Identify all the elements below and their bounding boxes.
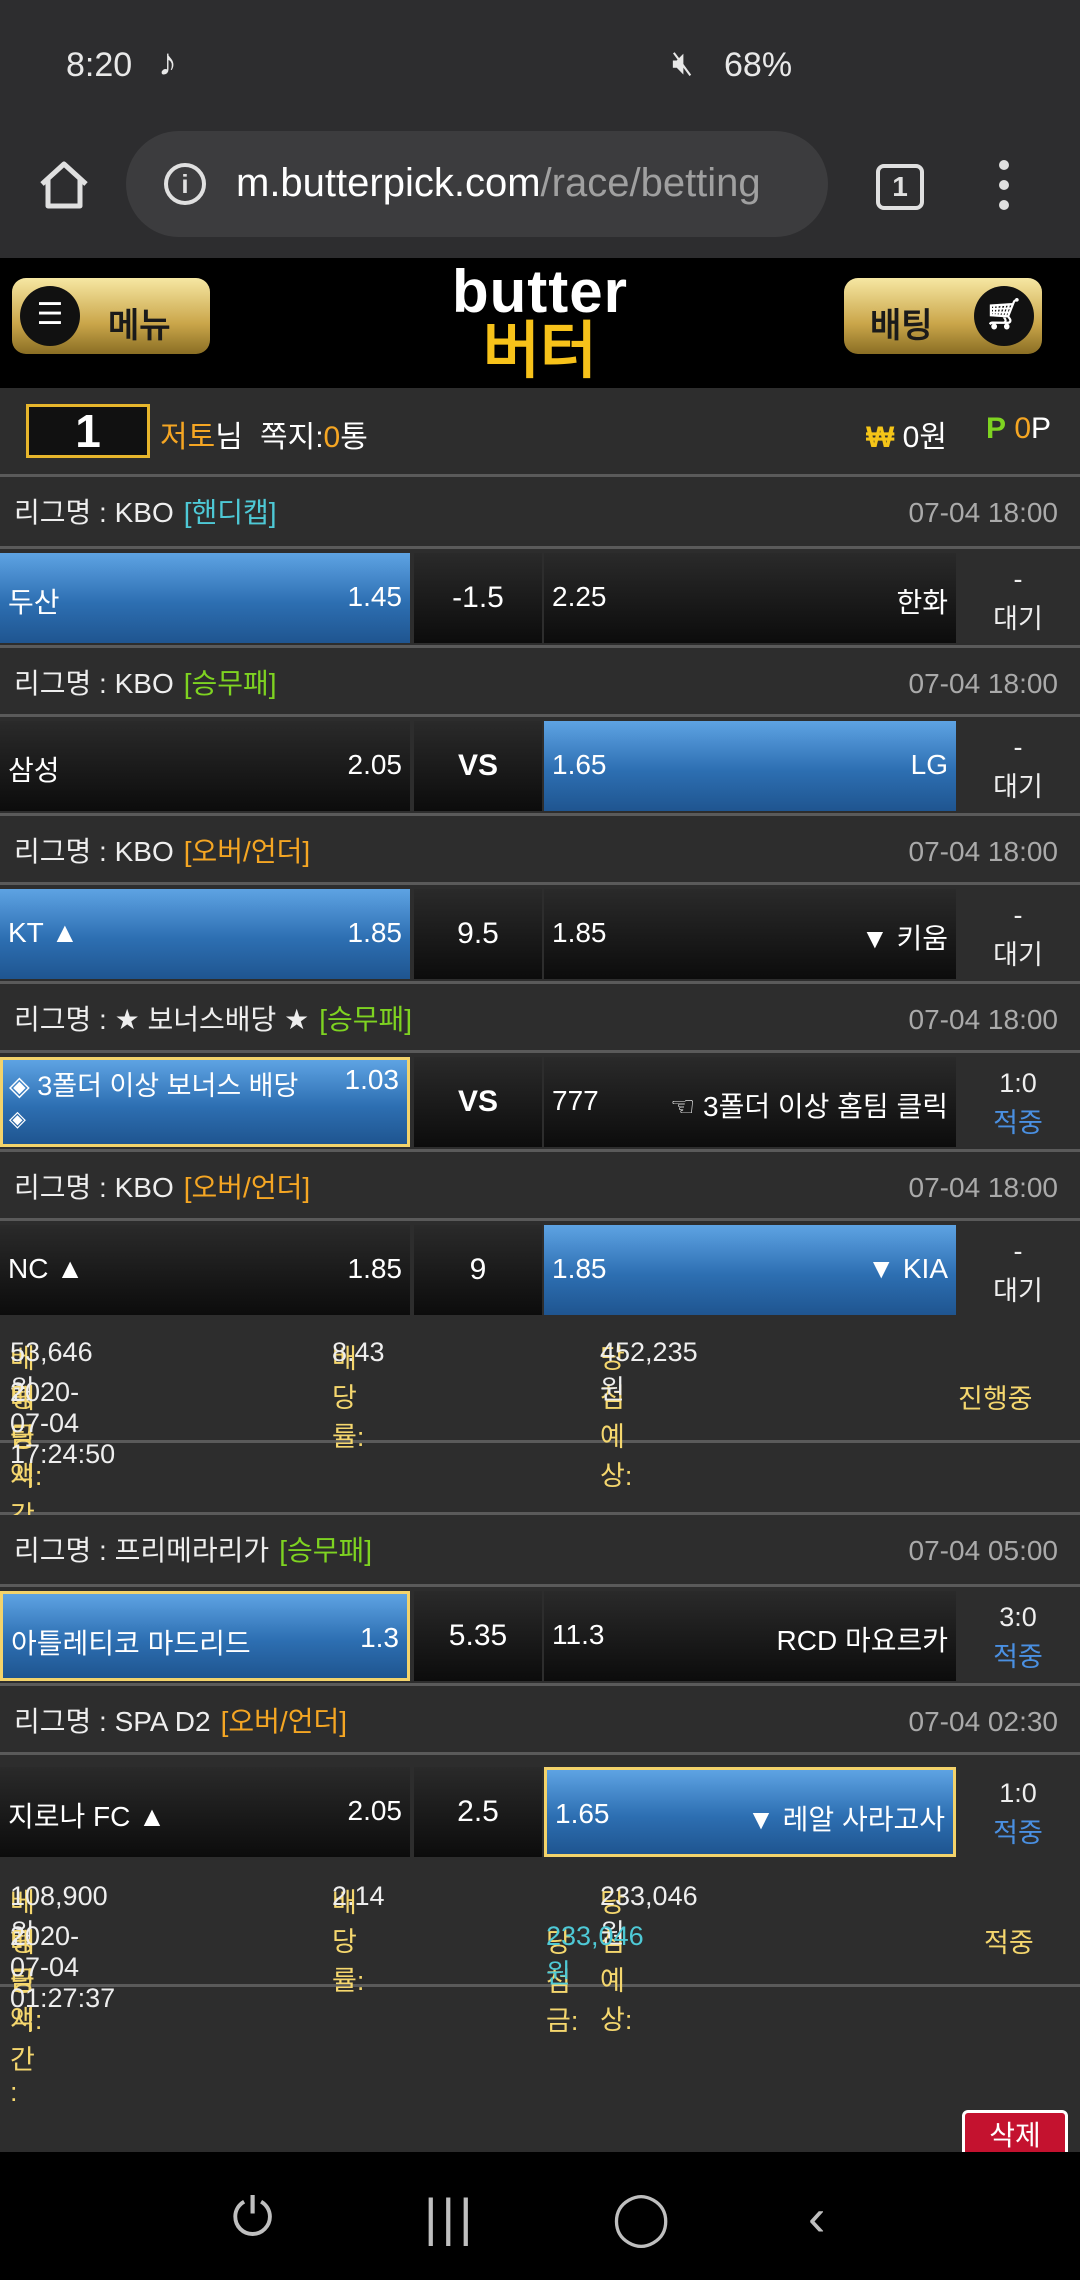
logo-text-en: butter — [452, 258, 628, 325]
bet-status: 적중 — [984, 1928, 1034, 1958]
away-pick[interactable]: 1.85 ▼ KIA — [544, 1225, 956, 1315]
bet-summary: 베팅금액: 108,900원 배당률: 2.14 당첨예상: 233,046원 … — [0, 1861, 1080, 2107]
bonus-pick[interactable]: ◈ 3폴더 이상 보너스 배당 1.03 ◈ — [0, 1057, 410, 1147]
game-row: 지로나 FC ▲ 2.05 2.5 1.65 ▼ 레알 사라고사 1:0 적중 — [0, 1755, 1080, 1861]
point-balance: P 0P — [986, 412, 1052, 445]
game-result: - 대기 — [993, 732, 1043, 802]
tab-switcher-button[interactable]: 1 — [876, 164, 924, 210]
status-bar: 8:20 ♪ 🔇︎ 68% — [0, 0, 1080, 128]
game-result: - 대기 — [993, 564, 1043, 634]
home-pick[interactable]: 아틀레티코 마드리드 1.3 — [0, 1591, 410, 1681]
home-icon[interactable] — [36, 156, 92, 212]
league-header: 리그명 : 프리메라리가 [승무패] 07-04 05:00 — [0, 1515, 1080, 1587]
game-row: KT ▲ 1.85 9.5 1.85 ▼ 키움 - 대기 — [0, 885, 1080, 981]
away-pick[interactable]: 1.65 LG — [544, 721, 956, 811]
away-pick[interactable]: 2.25 한화 — [544, 553, 956, 643]
site-header: ☰ 메뉴 butter 버터 배팅 🛒︎ — [0, 258, 1080, 388]
league-header: 리그명 : KBO [오버/언더] 07-04 18:00 — [0, 1149, 1080, 1221]
game-result: - 대기 — [993, 1236, 1043, 1306]
home-pick[interactable]: 두산 1.45 — [0, 553, 410, 643]
game-result: 3:0 적중 — [993, 1602, 1043, 1672]
url-host: m.butterpick.com — [236, 161, 541, 205]
over-under-line: 9 — [414, 1225, 542, 1315]
handicap-value: -1.5 — [414, 553, 542, 643]
bet-status: 진행중 — [958, 1384, 1033, 1414]
bet-history-list: 리그명 : KBO [핸디캡] 07-04 18:00 두산 1.45 -1.5 2.… — [0, 474, 1080, 2107]
game-result: 1:0 적중 — [993, 1778, 1043, 1848]
point-icon: P — [986, 412, 1007, 445]
user-bar: 1 저토님 쪽지:0통 ₩ 0원 P 0P — [0, 388, 1080, 474]
won-icon: ₩ — [866, 421, 895, 454]
versus-label: VS — [414, 721, 542, 811]
away-pick[interactable]: 1.85 ▼ 키움 — [544, 889, 956, 979]
user-name[interactable]: 저토님 — [160, 412, 243, 456]
bet-label: 배팅 — [870, 307, 933, 345]
league-header: 리그명 : KBO [승무패] 07-04 18:00 — [0, 645, 1080, 717]
level-badge: 1 — [26, 404, 150, 458]
info-icon[interactable]: i — [164, 163, 206, 205]
mute-icon: 🔇︎ — [672, 44, 694, 82]
home-pick[interactable]: NC ▲ 1.85 — [0, 1225, 410, 1315]
message-count[interactable]: 쪽지:0통 — [260, 412, 368, 456]
cart-icon: 🛒︎ — [974, 286, 1034, 346]
menu-button[interactable]: ☰ 메뉴 — [12, 278, 210, 354]
menu-label: 메뉴 — [108, 307, 171, 345]
game-row: ◈ 3폴더 이상 보너스 배당 1.03 ◈ VS 777 ☜ 3폴더 이상 홈팀 클… — [0, 1053, 1080, 1149]
over-under-line: 9.5 — [414, 889, 542, 979]
music-note-icon: ♪ — [158, 42, 177, 84]
status-time: 8:20 — [66, 46, 133, 84]
league-header: 리그명 : ★ 보너스배당 ★ [승무패] 07-04 18:00 — [0, 981, 1080, 1053]
away-pick[interactable]: 777 ☜ 3폴더 이상 홈팀 클릭 — [544, 1057, 956, 1147]
more-options-icon[interactable] — [996, 160, 1012, 220]
recent-apps-icon[interactable]: ||| — [424, 2188, 477, 2248]
bet-summary: 베팅금액: 53,646원 배당률: 8.43 당첨예상: 452,235원 배… — [0, 1317, 1080, 1563]
cash-balance: ₩ 0원 — [866, 421, 947, 454]
league-header: 리그명 : KBO [오버/언더] 07-04 18:00 — [0, 813, 1080, 885]
back-icon[interactable]: ‹ — [808, 2188, 825, 2248]
game-row: 삼성 2.05 VS 1.65 LG - 대기 — [0, 717, 1080, 813]
league-header: 리그명 : SPA D2 [오버/언더] 07-04 02:30 — [0, 1683, 1080, 1755]
address-bar[interactable]: i m.butterpick.com/race/betting — [126, 131, 828, 237]
game-result: - 대기 — [993, 900, 1043, 970]
power-icon[interactable]: ⏻ — [232, 2188, 273, 2249]
site-logo[interactable]: butter 버터 — [420, 258, 660, 386]
bet-slip: 리그명 : KBO [핸디캡] 07-04 18:00 두산 1.45 -1.5 2.… — [0, 477, 1080, 1563]
logo-text-ko: 버터 — [482, 317, 598, 386]
browser-toolbar: i m.butterpick.com/race/betting 1 — [0, 128, 1080, 258]
away-pick[interactable]: 11.3 RCD 마요르카 — [544, 1591, 956, 1681]
system-nav-bar: ⏻ ||| ◯ ‹ — [0, 2152, 1080, 2280]
home-pick[interactable]: KT ▲ 1.85 — [0, 889, 410, 979]
home-nav-icon[interactable]: ◯ — [612, 2188, 670, 2248]
draw-odds: 5.35 — [414, 1591, 542, 1681]
game-row: 아틀레티코 마드리드 1.3 5.35 11.3 RCD 마요르카 3:0 적중 — [0, 1587, 1080, 1683]
list-icon: ☰ — [20, 286, 80, 346]
game-result: 1:0 적중 — [993, 1068, 1043, 1138]
game-row: NC ▲ 1.85 9 1.85 ▼ KIA - 대기 — [0, 1221, 1080, 1317]
away-pick[interactable]: 1.65 ▼ 레알 사라고사 — [544, 1767, 956, 1857]
game-row: 두산 1.45 -1.5 2.25 한화 - 대기 — [0, 549, 1080, 645]
over-under-line: 2.5 — [414, 1767, 542, 1857]
home-pick[interactable]: 삼성 2.05 — [0, 721, 410, 811]
url-text[interactable]: m.butterpick.com/race/betting — [236, 161, 806, 211]
bet-cart-button[interactable]: 배팅 🛒︎ — [844, 278, 1042, 354]
battery-level: 68% — [724, 46, 793, 84]
bet-slip: 리그명 : 프리메라리가 [승무패] 07-04 05:00 아틀레티코 마드리드 1… — [0, 1515, 1080, 2107]
versus-label: VS — [414, 1057, 542, 1147]
home-pick[interactable]: 지로나 FC ▲ 2.05 — [0, 1767, 410, 1857]
url-path: /race/betting — [540, 161, 761, 205]
league-header: 리그명 : KBO [핸디캡] 07-04 18:00 — [0, 477, 1080, 549]
